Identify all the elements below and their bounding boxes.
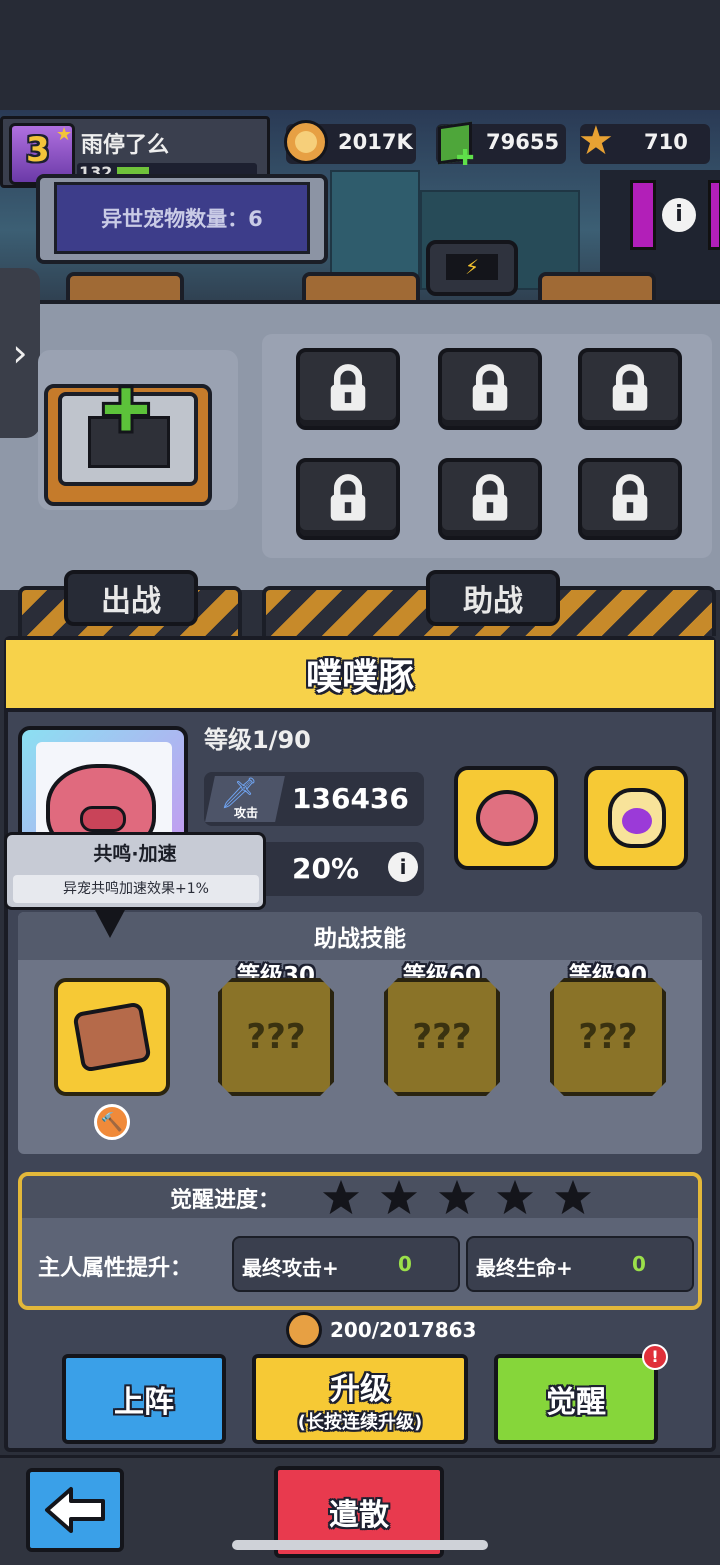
skill-slot-locked[interactable]: ??? xyxy=(218,978,334,1096)
final-hp-stat: 最终生命+ 0 xyxy=(466,1236,694,1292)
lock-icon xyxy=(472,364,508,411)
locked-label: ??? xyxy=(412,1017,472,1057)
coin-icon xyxy=(284,120,328,164)
star-icon: ★ xyxy=(56,124,73,145)
final-attack-value: 0 xyxy=(398,1252,412,1276)
player-name: 雨停了么 xyxy=(81,133,170,158)
slot-frame: ✚ xyxy=(58,373,198,486)
pet-count-board: 异世宠物数量：6 xyxy=(36,174,328,264)
final-attack-stat: 最终攻击+ 0 xyxy=(232,1236,460,1292)
resonance-tooltip: 共鸣·加速 异宠共鸣加速效果+1% xyxy=(4,832,266,910)
upgrade-cost: 200/2017863 xyxy=(330,1318,477,1342)
tooltip-title: 共鸣·加速 xyxy=(93,843,177,865)
star-icon xyxy=(438,1179,476,1215)
gem-value: 79655 xyxy=(486,130,560,154)
star-icon xyxy=(496,1179,534,1215)
pet-count-label: 异世宠物数量：6 xyxy=(54,182,310,254)
locked-slot[interactable] xyxy=(578,348,682,430)
awaken-button[interactable]: 觉醒 xyxy=(494,1354,658,1444)
battle-slot[interactable]: ✚ xyxy=(44,373,212,506)
gem-counter[interactable]: ✚ 79655 xyxy=(436,121,566,171)
locked-slot[interactable] xyxy=(296,348,400,430)
percent-value: 20% xyxy=(292,852,360,885)
coin-icon xyxy=(286,1312,322,1348)
attack-value: 136436 xyxy=(292,782,409,815)
tab-assist[interactable]: 助战 xyxy=(426,570,560,626)
level-badge: 3 xyxy=(26,130,50,170)
neon-light xyxy=(708,180,720,250)
pufferfish-icon xyxy=(476,790,538,846)
coin-value: 2017K xyxy=(338,130,413,154)
skill-slot-locked[interactable]: ??? xyxy=(384,978,500,1096)
neon-light xyxy=(630,180,656,250)
deploy-button[interactable]: 上阵 xyxy=(62,1354,226,1444)
lock-icon xyxy=(330,364,366,411)
awaken-progress-label: 觉醒进度： xyxy=(170,1188,281,1213)
locked-slot[interactable] xyxy=(438,348,542,430)
lock-icon xyxy=(330,474,366,521)
side-expand-tab[interactable]: › xyxy=(0,268,40,438)
plus-icon: ✚ xyxy=(456,146,475,171)
owner-attr-label: 主人属性提升： xyxy=(38,1256,193,1281)
locked-label: ??? xyxy=(578,1017,638,1057)
star-icon xyxy=(322,1179,360,1215)
star-icon: ★ xyxy=(578,118,614,164)
tab-battle[interactable]: 出战 xyxy=(64,570,198,626)
pufferfish-element-badge[interactable] xyxy=(454,766,558,870)
alert-badge-icon: ! xyxy=(642,1344,668,1370)
star-counter[interactable]: ★ 710 xyxy=(578,118,710,164)
final-hp-value: 0 xyxy=(632,1252,646,1276)
locked-slot[interactable] xyxy=(296,458,400,540)
locked-slot[interactable] xyxy=(578,458,682,540)
upgrade-hint: (长按连续升级) xyxy=(297,1412,423,1433)
coin-counter[interactable]: 2017K xyxy=(284,120,416,164)
awaken-section: 觉醒进度： 主人属性提升： 最终攻击+ 0 最终生命+ 0 xyxy=(18,1172,702,1310)
info-icon[interactable]: i xyxy=(388,852,418,882)
back-button[interactable] xyxy=(26,1468,124,1552)
info-icon[interactable]: i xyxy=(662,198,696,232)
status-bar-area xyxy=(0,0,720,110)
resonance-element-badge[interactable] xyxy=(584,766,688,870)
upgrade-button[interactable]: 升级 (长按连续升级) xyxy=(252,1354,468,1444)
lock-icon xyxy=(612,474,648,521)
home-indicator xyxy=(232,1540,488,1550)
panel-header: 噗噗豚 xyxy=(6,640,714,712)
star-icon xyxy=(380,1179,418,1215)
battery-device: ⚡ xyxy=(426,240,518,296)
locked-slot[interactable] xyxy=(438,458,542,540)
back-arrow-icon xyxy=(45,1487,105,1533)
attack-stat: 🗡 攻击 136436 xyxy=(204,772,424,826)
awaken-stars xyxy=(322,1178,592,1216)
hammer-icon[interactable]: 🔨 xyxy=(94,1104,130,1140)
star-icon xyxy=(554,1179,592,1215)
final-attack-label: 最终攻击+ xyxy=(242,1256,339,1280)
lightning-icon: ⚡ xyxy=(446,254,498,280)
lock-icon xyxy=(472,474,508,521)
star-value: 710 xyxy=(644,130,688,154)
pet-level: 等级1/90 xyxy=(204,726,311,754)
attack-tag: 攻击 xyxy=(234,806,259,820)
tooltip-arrow xyxy=(94,908,126,938)
final-hp-label: 最终生命+ xyxy=(476,1256,573,1280)
skill-slot-locked[interactable]: ??? xyxy=(550,978,666,1096)
cat-icon xyxy=(608,788,666,848)
add-icon: ✚ xyxy=(99,373,154,449)
tooltip-desc: 异宠共鸣加速效果+1% xyxy=(13,875,259,903)
skill-slot-unlocked[interactable] xyxy=(54,978,170,1096)
boot-icon xyxy=(72,1001,152,1073)
pet-name: 噗噗豚 xyxy=(305,657,414,698)
locked-label: ??? xyxy=(246,1017,306,1057)
lock-icon xyxy=(612,364,648,411)
